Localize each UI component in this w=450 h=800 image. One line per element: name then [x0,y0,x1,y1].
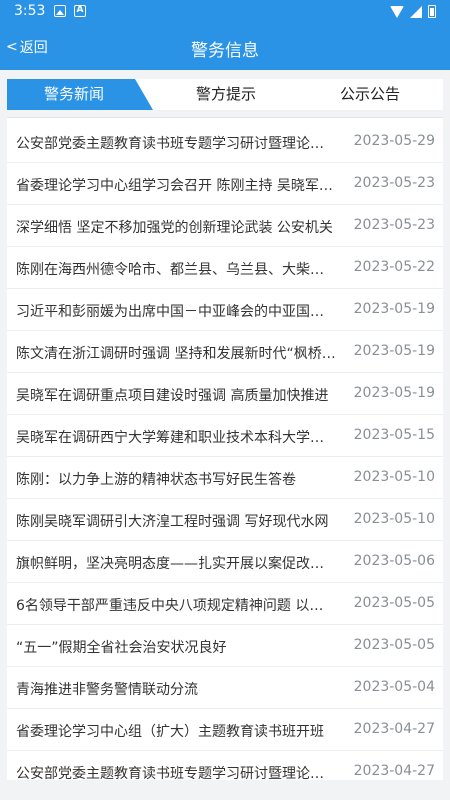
news-title: 省委理论学习中心组（扩大）主题教育读书班开班 [16,724,324,740]
list-item[interactable]: 习近平和彭丽媛为出席中国－中亚峰会的中亚国家元首 2023-05-19 [7,289,443,331]
main-content: 警务新闻 警方提示 公示公告 公安部党委主题教育读书班专题学习研讨暨理论中心组学… [0,70,450,800]
news-date: 2023-05-23 [353,175,435,191]
news-date: 2023-05-10 [353,511,435,527]
news-title: 青海推进非警务警情联动分流 [16,682,198,698]
list-item[interactable]: 深学细悟 坚定不移加强党的创新理论武装 公安机关 2023-05-23 [7,205,443,247]
news-title: “五一”假期全省社会治安状况良好 [16,640,227,656]
news-date: 2023-05-10 [353,469,435,485]
news-date: 2023-04-27 [353,763,435,779]
list-item[interactable]: “五一”假期全省社会治安状况良好 2023-05-05 [7,625,443,667]
news-date: 2023-05-19 [353,385,435,401]
list-item[interactable]: 公安部党委主题教育读书班专题学习研讨暨理论中心组学习会议召开 2023-05-29 [7,121,443,163]
news-date: 2023-05-19 [353,343,435,359]
news-date: 2023-05-23 [353,217,435,233]
news-title: 吴晓军在调研重点项目建设时强调 高质量加快推进 [16,388,329,404]
news-title: 陈刚：以力争上游的精神状态书写好民生答卷 [16,472,296,488]
news-date: 2023-05-05 [353,595,435,611]
wifi-icon [390,5,404,18]
page-title: 警务信息 [191,41,259,61]
news-title: 吴晓军在调研西宁大学筹建和职业技术本科大学建设 [16,430,336,446]
news-date: 2023-05-29 [353,133,435,149]
news-date: 2023-04-27 [353,721,435,737]
status-time: 3:53 [14,3,46,19]
news-date: 2023-05-05 [353,637,435,653]
signal-icon [410,5,422,18]
battery-icon [428,5,436,18]
list-item[interactable]: 陈刚吴晓军调研引大济湟工程时强调 写好现代水网 2023-05-10 [7,499,443,541]
list-item[interactable]: 公安部党委主题教育读书班专题学习研讨暨理论中心组学习会议召开 2023-04-27 [7,751,443,780]
news-date: 2023-05-04 [353,679,435,695]
news-title: 陈文清在浙江调研时强调 坚持和发展新时代“枫桥经验” [16,346,336,362]
news-date: 2023-05-19 [353,301,435,317]
list-item[interactable]: 6名领导干部严重违反中央八项规定精神问题 以案为鉴 2023-05-05 [7,583,443,625]
tab-announcements[interactable]: 公示公告 [303,79,437,110]
news-title: 陈刚在海西州德令哈市、都兰县、乌兰县、大柴旦调研 [16,262,336,278]
news-title: 公安部党委主题教育读书班专题学习研讨暨理论中心组学习会议召开 [16,766,336,780]
news-list: 公安部党委主题教育读书班专题学习研讨暨理论中心组学习会议召开 2023-05-29… [7,117,443,780]
news-title: 6名领导干部严重违反中央八项规定精神问题 以案为鉴 [16,598,336,614]
list-item[interactable]: 陈刚：以力争上游的精神状态书写好民生答卷 2023-05-10 [7,457,443,499]
news-title: 省委理论学习中心组学习会召开 陈刚主持 吴晓军出席 [16,178,336,194]
nav-bar: < 返回 警务信息 [0,24,450,70]
news-title: 习近平和彭丽媛为出席中国－中亚峰会的中亚国家元首 [16,304,336,320]
list-item[interactable]: 旗帜鲜明，坚决亮明态度——扎实开展以案促改工作 2023-05-06 [7,541,443,583]
tab-news[interactable]: 警务新闻 [7,79,141,110]
font-icon: A [74,5,86,17]
list-item[interactable]: 青海推进非警务警情联动分流 2023-05-04 [7,667,443,709]
news-title: 公安部党委主题教育读书班专题学习研讨暨理论中心组学习会议召开 [16,136,336,152]
list-item[interactable]: 吴晓军在调研重点项目建设时强调 高质量加快推进 2023-05-19 [7,373,443,415]
tab-police-tips[interactable]: 警方提示 [159,79,293,110]
list-item[interactable]: 吴晓军在调研西宁大学筹建和职业技术本科大学建设 2023-05-15 [7,415,443,457]
list-item[interactable]: 省委理论学习中心组（扩大）主题教育读书班开班 2023-04-27 [7,709,443,751]
image-icon [54,5,66,17]
list-item[interactable]: 陈文清在浙江调研时强调 坚持和发展新时代“枫桥经验” 2023-05-19 [7,331,443,373]
tab-bar: 警务新闻 警方提示 公示公告 [7,79,443,110]
news-date: 2023-05-06 [353,553,435,569]
list-item[interactable]: 省委理论学习中心组学习会召开 陈刚主持 吴晓军出席 2023-05-23 [7,163,443,205]
news-date: 2023-05-15 [353,427,435,443]
news-title: 旗帜鲜明，坚决亮明态度——扎实开展以案促改工作 [16,556,336,572]
status-bar: 3:53 A [0,0,450,24]
list-item[interactable]: 陈刚在海西州德令哈市、都兰县、乌兰县、大柴旦调研 2023-05-22 [7,247,443,289]
news-date: 2023-05-22 [353,259,435,275]
news-title: 深学细悟 坚定不移加强党的创新理论武装 公安机关 [16,220,333,236]
news-title: 陈刚吴晓军调研引大济湟工程时强调 写好现代水网 [16,514,329,530]
